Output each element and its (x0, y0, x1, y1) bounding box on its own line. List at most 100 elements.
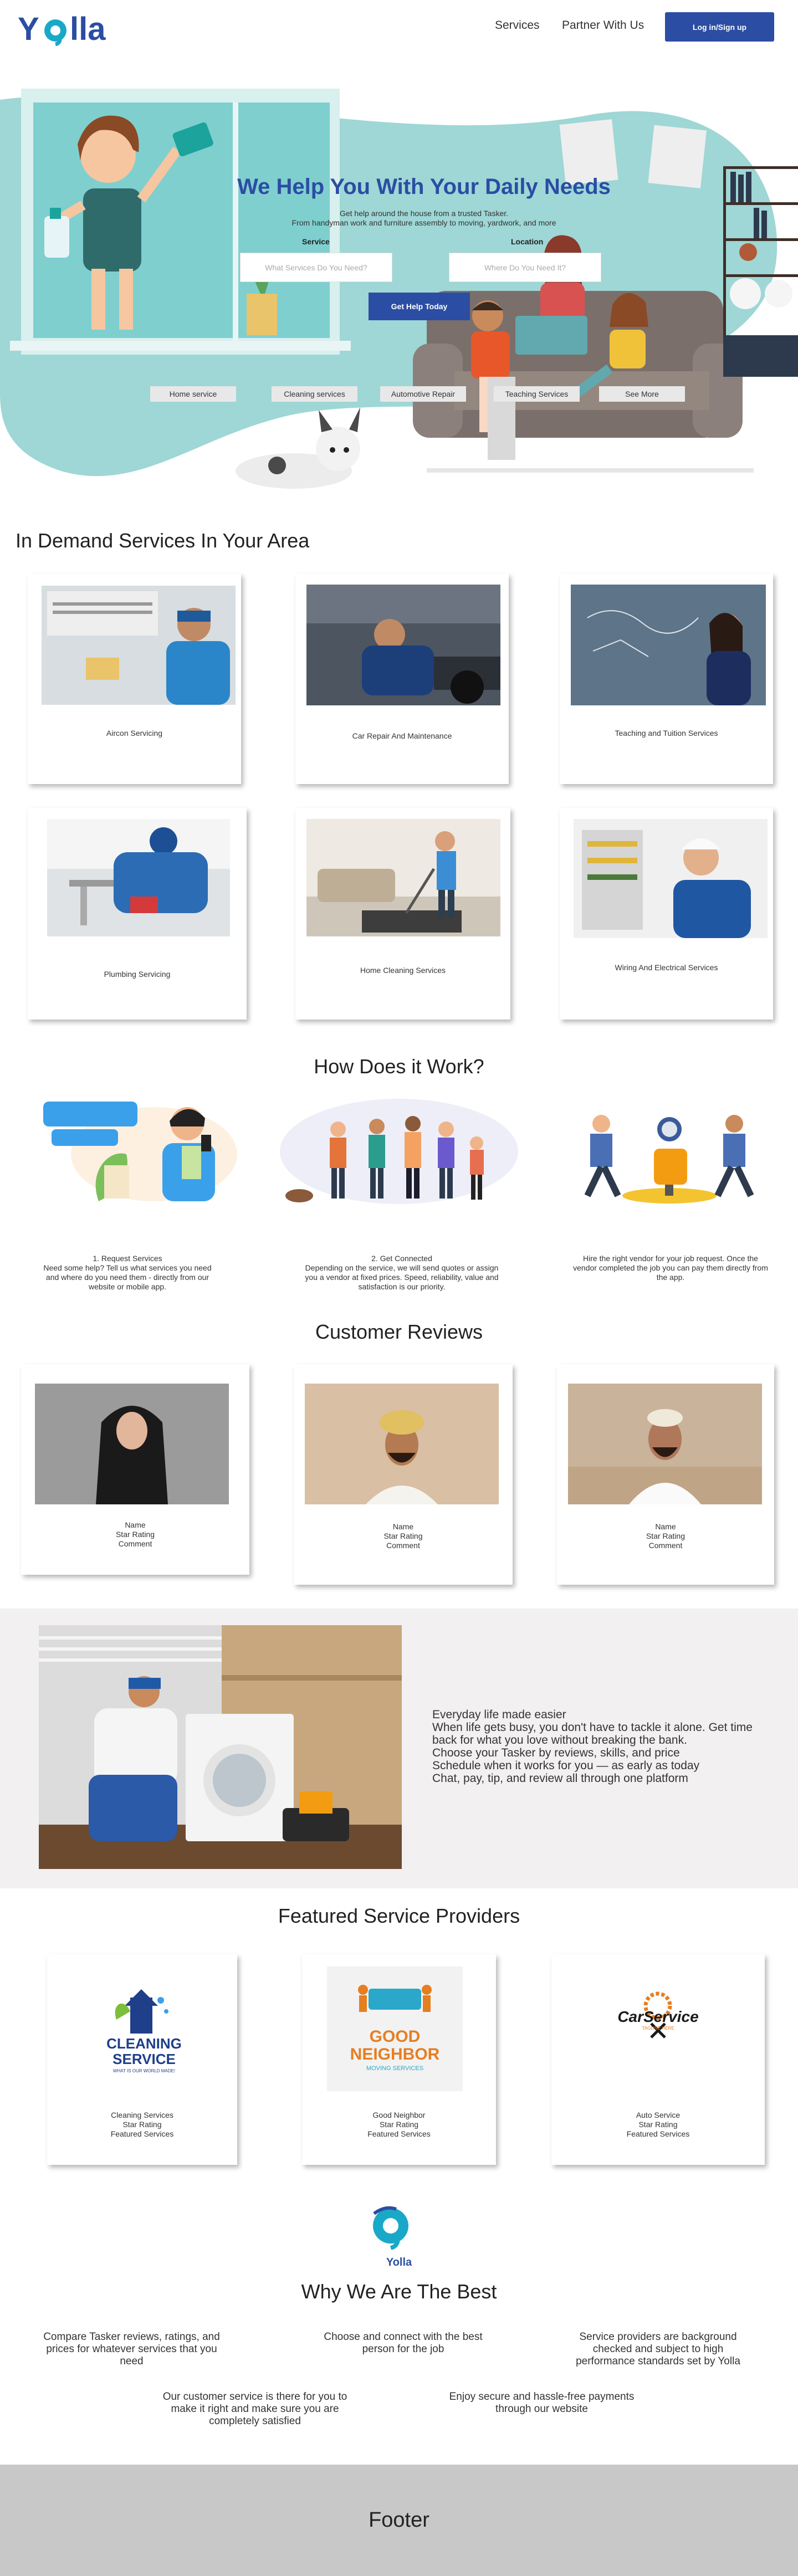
service-card-teaching[interactable]: Teaching and Tuition Services (560, 573, 773, 784)
reviewer-rating-2: Star Rating (383, 1532, 423, 1540)
good-neighbor-logo-tag: MOVING SERVICES (366, 2065, 424, 2072)
why-logo-text: Yolla (386, 2256, 412, 2268)
service-input[interactable] (240, 253, 392, 282)
reviewer-name-1: Name (125, 1520, 146, 1529)
good-neighbor-logo-main: GOOD (369, 2027, 421, 2046)
chip-see-more[interactable]: See More (599, 386, 685, 402)
provider-card-cleaning[interactable]: CLEANING SERVICE WHAT IS OUR WORLD MADE!… (47, 1954, 237, 2165)
band-line-5: Chat, pay, tip, and review all through o… (432, 1772, 688, 1785)
svg-text:Y: Y (18, 11, 39, 47)
cleaning-logo-tag: WHAT IS OUR WORLD MADE! (112, 2068, 176, 2073)
hero-title: We Help You With Your Daily Needs (237, 175, 611, 199)
teaching-photo (571, 585, 766, 705)
get-help-today-button[interactable]: Get Help Today (369, 293, 470, 320)
reviewer-comment-2: Comment (386, 1541, 420, 1550)
why-point-1: Compare Tasker reviews, ratings, and pri… (43, 2331, 220, 2367)
home-cleaning-photo (306, 819, 500, 936)
plumbing-photo (47, 819, 230, 936)
review-card-2: Name Star Rating Comment (294, 1364, 513, 1585)
step-connected-illustration (280, 1099, 518, 1204)
service-label-teaching: Teaching and Tuition Services (615, 729, 718, 738)
provider-name-cleaning: Cleaning Services (111, 2111, 173, 2119)
yolla-logo[interactable]: Y lla (17, 6, 127, 50)
car-service-logo: CarService TAGLINE HERE (601, 1990, 715, 2046)
band-line-4: Schedule when it works for you — as earl… (432, 1759, 700, 1772)
provider-card-auto-service[interactable]: CarService TAGLINE HERE Auto Service Sta… (551, 1954, 765, 2165)
good-neighbor-logo: GOOD NEIGHBOR MOVING SERVICES (327, 1966, 463, 2091)
login-signup-button[interactable]: Log in/Sign up (665, 12, 774, 42)
service-label-car-repair: Car Repair And Maintenance (352, 731, 452, 740)
reviewer-rating-3: Star Rating (646, 1532, 686, 1540)
review-card-3: Name Star Rating Comment (557, 1364, 774, 1585)
provider-name-good-neighbor: Good Neighbor (372, 2111, 426, 2119)
provider-featured-auto-service: Featured Services (626, 2129, 690, 2138)
service-card-home-cleaning[interactable]: Home Cleaning Services (295, 808, 510, 1020)
step-2-text: Depending on the service, we will send q… (305, 1263, 499, 1291)
provider-name-auto-service: Auto Service (636, 2111, 681, 2119)
service-label-aircon: Aircon Servicing (106, 729, 163, 738)
provider-featured-cleaning: Featured Services (110, 2129, 174, 2138)
service-label-plumbing: Plumbing Servicing (104, 970, 171, 979)
hero-subtitle-line-2: From handyman work and furniture assembl… (291, 218, 556, 227)
band-line-2: When life gets busy, you don't have to t… (432, 1721, 753, 1747)
nav-services[interactable]: Services (495, 19, 540, 32)
review-text-3: Name Star Rating Comment (557, 1522, 774, 1550)
reviewer-photo-1 (35, 1384, 229, 1504)
cleaning-service-logo: CLEANING SERVICE WHAT IS OUR WORLD MADE! (78, 1986, 211, 2081)
customer-reviews-title: Customer Reviews (315, 1320, 483, 1343)
hero-subtitle-line-1: Get help around the house from a trusted… (339, 209, 509, 218)
cleaning-logo-sub: SERVICE (112, 2051, 176, 2067)
car-repair-photo (306, 585, 500, 705)
chip-automotive-repair[interactable]: Automotive Repair (380, 386, 466, 402)
service-card-aircon[interactable]: Aircon Servicing (28, 573, 241, 784)
nav-partner-with-us[interactable]: Partner With Us (562, 19, 644, 32)
step-1: 1. Request Services Need some help? Tell… (39, 1254, 216, 1292)
service-card-wiring[interactable]: Wiring And Electrical Services (560, 808, 773, 1020)
why-point-4: Our customer service is there for you to… (162, 2391, 347, 2427)
why-point-2: Choose and connect with the best person … (324, 2331, 483, 2355)
provider-rating-good-neighbor: Star Rating (379, 2120, 419, 2129)
step-2-heading: 2. Get Connected (371, 1254, 432, 1263)
location-input[interactable] (449, 253, 601, 282)
reviewer-comment-3: Comment (648, 1541, 683, 1550)
footer: Footer (0, 2465, 798, 2576)
reviewer-rating-1: Star Rating (115, 1530, 155, 1539)
chip-home-service[interactable]: Home service (150, 386, 236, 402)
location-label: Location (511, 237, 544, 246)
reviewer-name-3: Name (655, 1522, 676, 1531)
provider-text-good-neighbor: Good Neighbor Star Rating Featured Servi… (302, 2111, 496, 2139)
hero-subtitle: Get help around the house from a trusted… (222, 209, 626, 228)
step-3-text: Hire the right vendor for your job reque… (573, 1254, 768, 1282)
service-label: Service (302, 237, 330, 246)
provider-card-good-neighbor[interactable]: GOOD NEIGHBOR MOVING SERVICES Good Neigh… (302, 1954, 496, 2165)
step-hire-illustration (584, 1115, 754, 1204)
provider-featured-good-neighbor: Featured Services (367, 2129, 431, 2138)
review-card-1: Name Star Rating Comment (21, 1364, 249, 1575)
car-service-logo-tag: TAGLINE HERE (642, 2026, 674, 2031)
washing-machine-photo (39, 1625, 402, 1869)
review-text-2: Name Star Rating Comment (294, 1522, 513, 1550)
chip-teaching-services[interactable]: Teaching Services (494, 386, 580, 402)
service-label-home-cleaning: Home Cleaning Services (360, 966, 446, 975)
band-line-3: Choose your Tasker by reviews, skills, a… (432, 1747, 680, 1759)
step-3: Hire the right vendor for your job reque… (571, 1254, 770, 1282)
reviewer-name-2: Name (392, 1522, 414, 1531)
band-text: Everyday life made easier When life gets… (432, 1708, 765, 1785)
how-it-works-title: How Does it Work? (314, 1055, 484, 1078)
provider-rating-cleaning: Star Rating (122, 2120, 162, 2129)
step-2: 2. Get Connected Depending on the servic… (302, 1254, 502, 1292)
car-service-logo-main: CarService (617, 2008, 699, 2025)
wiring-photo (574, 819, 768, 938)
why-point-3: Service providers are background checked… (576, 2331, 740, 2367)
provider-text-cleaning: Cleaning Services Star Rating Featured S… (47, 2111, 237, 2139)
service-card-plumbing[interactable]: Plumbing Servicing (28, 808, 247, 1020)
chip-cleaning-services[interactable]: Cleaning services (272, 386, 357, 402)
service-card-car-repair[interactable]: Car Repair And Maintenance (295, 573, 509, 784)
featured-providers-title: Featured Service Providers (278, 1904, 520, 1927)
service-label-wiring: Wiring And Electrical Services (615, 963, 718, 972)
aircon-photo (42, 586, 236, 705)
reviewer-comment-1: Comment (118, 1539, 152, 1548)
review-text-1: Name Star Rating Comment (21, 1520, 249, 1549)
step-request-illustration (43, 1102, 237, 1201)
reviewer-photo-2 (305, 1384, 499, 1504)
